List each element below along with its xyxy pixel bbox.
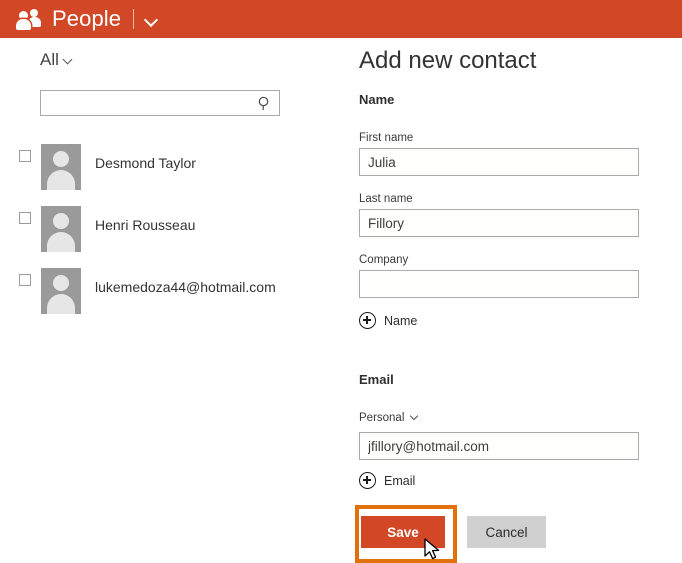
plus-circle-icon <box>359 472 376 489</box>
filter-label: All <box>40 50 59 69</box>
app-title: People <box>52 6 122 31</box>
first-name-label: First name <box>359 132 414 144</box>
email-type-label: Personal <box>359 412 405 424</box>
add-contact-form: Add new contact Name First name Last nam… <box>340 38 682 563</box>
contact-list-item[interactable]: Desmond Taylor <box>0 144 340 194</box>
contact-name: Desmond Taylor <box>95 155 196 171</box>
page-title: Add new contact <box>359 47 537 74</box>
app-header: People <box>0 0 682 38</box>
chevron-down-icon[interactable] <box>145 13 158 26</box>
section-heading-email: Email <box>359 372 394 387</box>
contacts-panel: All Desmond Taylor Henri Rousseau lukeme… <box>0 38 340 563</box>
contact-checkbox[interactable] <box>19 150 31 162</box>
header-divider <box>133 9 135 29</box>
contact-checkbox[interactable] <box>19 212 31 224</box>
email-field[interactable] <box>359 432 639 460</box>
last-name-field[interactable] <box>359 209 639 237</box>
chevron-down-icon <box>63 55 74 66</box>
last-name-label: Last name <box>359 193 413 205</box>
add-name-button[interactable]: Name <box>359 312 417 329</box>
company-label: Company <box>359 254 409 266</box>
contact-avatar <box>41 144 81 190</box>
search-icon[interactable] <box>258 96 272 111</box>
add-name-label: Name <box>384 313 418 328</box>
email-type-dropdown[interactable]: Personal <box>359 412 420 424</box>
contact-list-item[interactable]: Henri Rousseau <box>0 206 340 256</box>
contact-name: Henri Rousseau <box>95 217 196 233</box>
add-email-label: Email <box>384 473 416 488</box>
first-name-field[interactable] <box>359 148 639 176</box>
contact-checkbox[interactable] <box>19 274 31 286</box>
contact-avatar <box>41 268 81 314</box>
chevron-down-icon <box>410 413 420 423</box>
contact-avatar <box>41 206 81 252</box>
filter-all-dropdown[interactable]: All <box>40 50 74 70</box>
search-box[interactable] <box>40 90 280 116</box>
cancel-button[interactable]: Cancel <box>467 516 546 548</box>
plus-circle-icon <box>359 312 376 329</box>
section-heading-name: Name <box>359 92 395 107</box>
people-icon <box>16 9 43 30</box>
save-button[interactable]: Save <box>361 516 445 548</box>
contact-list-item[interactable]: lukemedoza44@hotmail.com <box>0 268 340 318</box>
search-input[interactable] <box>41 91 253 115</box>
company-field[interactable] <box>359 270 639 298</box>
contact-name: lukemedoza44@hotmail.com <box>95 279 276 295</box>
add-email-button[interactable]: Email <box>359 472 415 489</box>
